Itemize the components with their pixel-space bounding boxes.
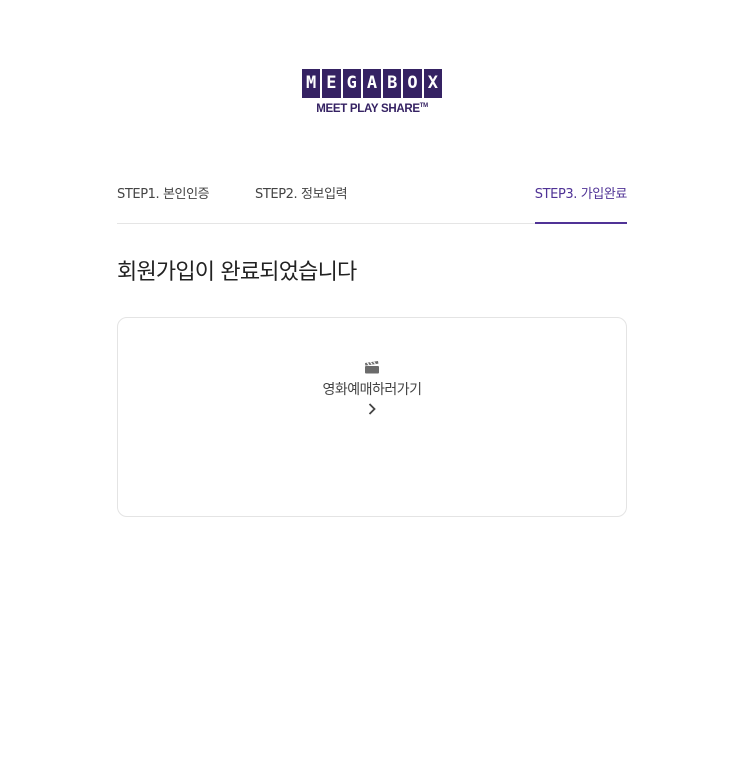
logo-trademark: TM [419,103,428,109]
logo-letter: B [383,69,402,98]
logo-wordmark: M E G A B O X [302,69,442,98]
signup-steps: STEP1. 본인인증 STEP2. 정보입력 STEP3. 가입완료 [117,183,627,224]
logo-letter: A [362,69,382,98]
go-booking-label: 영화예매하러가기 [322,382,422,398]
clapperboard-icon [365,361,379,374]
step-information-input: STEP2. 정보입력 [255,187,348,202]
logo-letter: G [342,69,361,98]
logo-letter: E [322,69,341,98]
go-booking-link[interactable]: 영화예매하러가기 [118,360,626,416]
step-signup-complete: STEP3. 가입완료 [534,183,627,224]
megabox-logo[interactable]: M E G A B O X MEET PLAY SHARETM [302,69,442,115]
page-title: 회원가입이 완료되었습니다 [117,260,357,285]
logo-letter: M [302,69,321,98]
step-identity-verification: STEP1. 본인인증 [117,187,210,202]
chevron-right-icon [368,403,376,415]
logo-tagline: MEET PLAY SHARETM [302,103,442,115]
booking-card: 영화예매하러가기 [117,317,627,517]
logo-letter: X [423,69,442,98]
logo-tagline-text: MEET PLAY SHARE [316,103,420,115]
logo-letter: O [403,69,422,98]
signup-complete-page: M E G A B O X MEET PLAY SHARETM STEP1. 본… [0,0,744,776]
